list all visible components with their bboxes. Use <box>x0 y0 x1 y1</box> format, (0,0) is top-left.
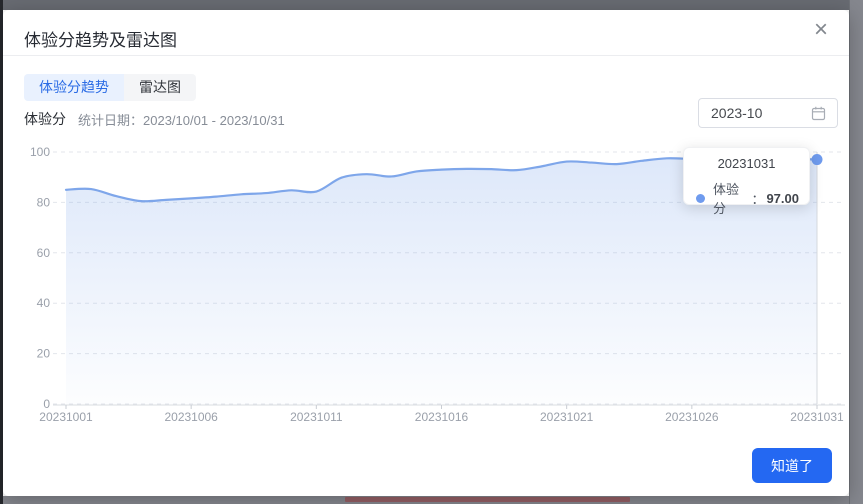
svg-text:20231031: 20231031 <box>790 410 844 424</box>
tab-radar-chart[interactable]: 雷达图 <box>124 74 196 101</box>
header-divider <box>3 55 849 56</box>
tooltip-title: 20231031 <box>684 156 809 171</box>
svg-text:100: 100 <box>30 145 50 159</box>
stat-date-range: 统计日期：2023/10/01 - 2023/10/31 <box>78 110 285 129</box>
background-scrollbar-area <box>849 0 863 504</box>
background-page-bottom <box>0 496 863 504</box>
tooltip-series-label: 体验分 <box>713 179 749 217</box>
svg-text:20231011: 20231011 <box>290 410 343 424</box>
tooltip-series-row: 体验分 ： 97.00 <box>696 179 799 217</box>
screen: 体验分趋势及雷达图 × 体验分趋势 雷达图 体验分 统计日期：2023/10/0… <box>0 0 863 504</box>
month-picker-value: 2023-10 <box>711 105 811 121</box>
calendar-icon <box>811 106 826 121</box>
tooltip-separator: ： <box>751 189 764 208</box>
chart-tooltip: 20231031 体验分 ： 97.00 <box>683 147 810 205</box>
modal-dialog: 体验分趋势及雷达图 × 体验分趋势 雷达图 体验分 统计日期：2023/10/0… <box>3 10 849 496</box>
svg-text:40: 40 <box>37 296 51 310</box>
background-page-top <box>0 0 863 10</box>
tooltip-value: 97.00 <box>766 191 799 206</box>
tooltip-series-dot <box>696 194 705 203</box>
svg-text:20231016: 20231016 <box>415 410 469 424</box>
background-artifact <box>345 497 630 502</box>
modal-title: 体验分趋势及雷达图 <box>24 26 177 51</box>
chart-meta-row: 体验分 统计日期：2023/10/01 - 2023/10/31 <box>24 109 285 129</box>
svg-text:20: 20 <box>37 347 51 361</box>
svg-text:20231006: 20231006 <box>164 410 218 424</box>
month-picker[interactable]: 2023-10 <box>698 98 838 128</box>
svg-text:0: 0 <box>43 397 50 411</box>
svg-text:20231021: 20231021 <box>540 410 594 424</box>
metric-label: 体验分 <box>24 109 66 129</box>
tab-group: 体验分趋势 雷达图 <box>24 74 196 101</box>
confirm-button[interactable]: 知道了 <box>752 448 832 483</box>
svg-text:20231001: 20231001 <box>39 410 93 424</box>
svg-text:20231026: 20231026 <box>665 410 719 424</box>
svg-text:60: 60 <box>37 246 51 260</box>
svg-text:80: 80 <box>37 195 51 209</box>
tab-experience-trend[interactable]: 体验分趋势 <box>24 74 124 101</box>
close-icon[interactable]: × <box>807 16 835 44</box>
